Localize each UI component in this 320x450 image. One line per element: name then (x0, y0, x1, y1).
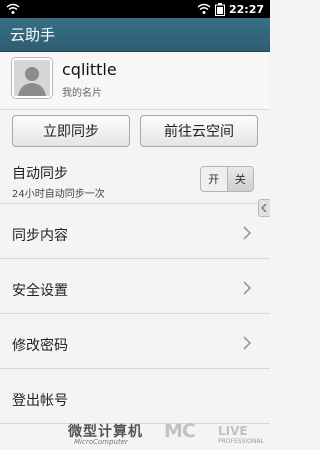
auto-sync-toggle[interactable]: 开 关 (200, 166, 254, 192)
username: cqlittle (62, 60, 117, 79)
sync-now-button[interactable]: 立即同步 (12, 115, 130, 147)
auto-sync-subtitle: 24小时自动同步一次 (12, 189, 105, 200)
chevron-right-icon (243, 281, 252, 295)
avatar-silhouette-icon (14, 60, 50, 96)
status-time: 22:27 (228, 2, 264, 16)
app-header: 云助手 (0, 18, 270, 52)
watermark-live: LIVE (218, 424, 248, 438)
my-card-label: 我的名片 (62, 88, 102, 99)
menu-item-sync-content[interactable]: 同步内容 (0, 204, 270, 259)
watermark-professional: PROFESSIONAL (218, 438, 264, 445)
auto-sync-title: 自动同步 (12, 166, 68, 182)
watermark: 微型计算机 MicroComputer MC LIVE PROFESSIONAL (68, 419, 268, 449)
chevron-right-icon (243, 226, 252, 240)
watermark-en: MicroComputer (74, 438, 128, 446)
menu-item-change-password[interactable]: 修改密码 (0, 314, 270, 369)
menu-item-label: 同步内容 (12, 228, 68, 244)
menu-item-logout[interactable]: 登出帐号 (0, 369, 270, 424)
toggle-on-label[interactable]: 开 (201, 167, 227, 191)
battery-icon (214, 2, 225, 16)
status-bar: 22:27 (0, 0, 270, 18)
app-title: 云助手 (10, 26, 56, 44)
chevron-right-icon (243, 336, 252, 350)
menu-item-label: 安全设置 (12, 283, 68, 299)
wifi-icon (6, 3, 20, 18)
go-to-cloud-button[interactable]: 前往云空间 (140, 115, 258, 147)
profile-card[interactable]: cqlittle 我的名片 (0, 52, 270, 110)
toggle-off-label[interactable]: 关 (226, 167, 253, 191)
watermark-brand: MC (164, 420, 196, 442)
menu-item-label: 修改密码 (12, 338, 68, 354)
avatar[interactable] (12, 58, 52, 98)
menu-item-security-settings[interactable]: 安全设置 (0, 259, 270, 314)
menu-item-label: 登出帐号 (12, 393, 68, 409)
signal-wifi-icon (197, 3, 211, 15)
